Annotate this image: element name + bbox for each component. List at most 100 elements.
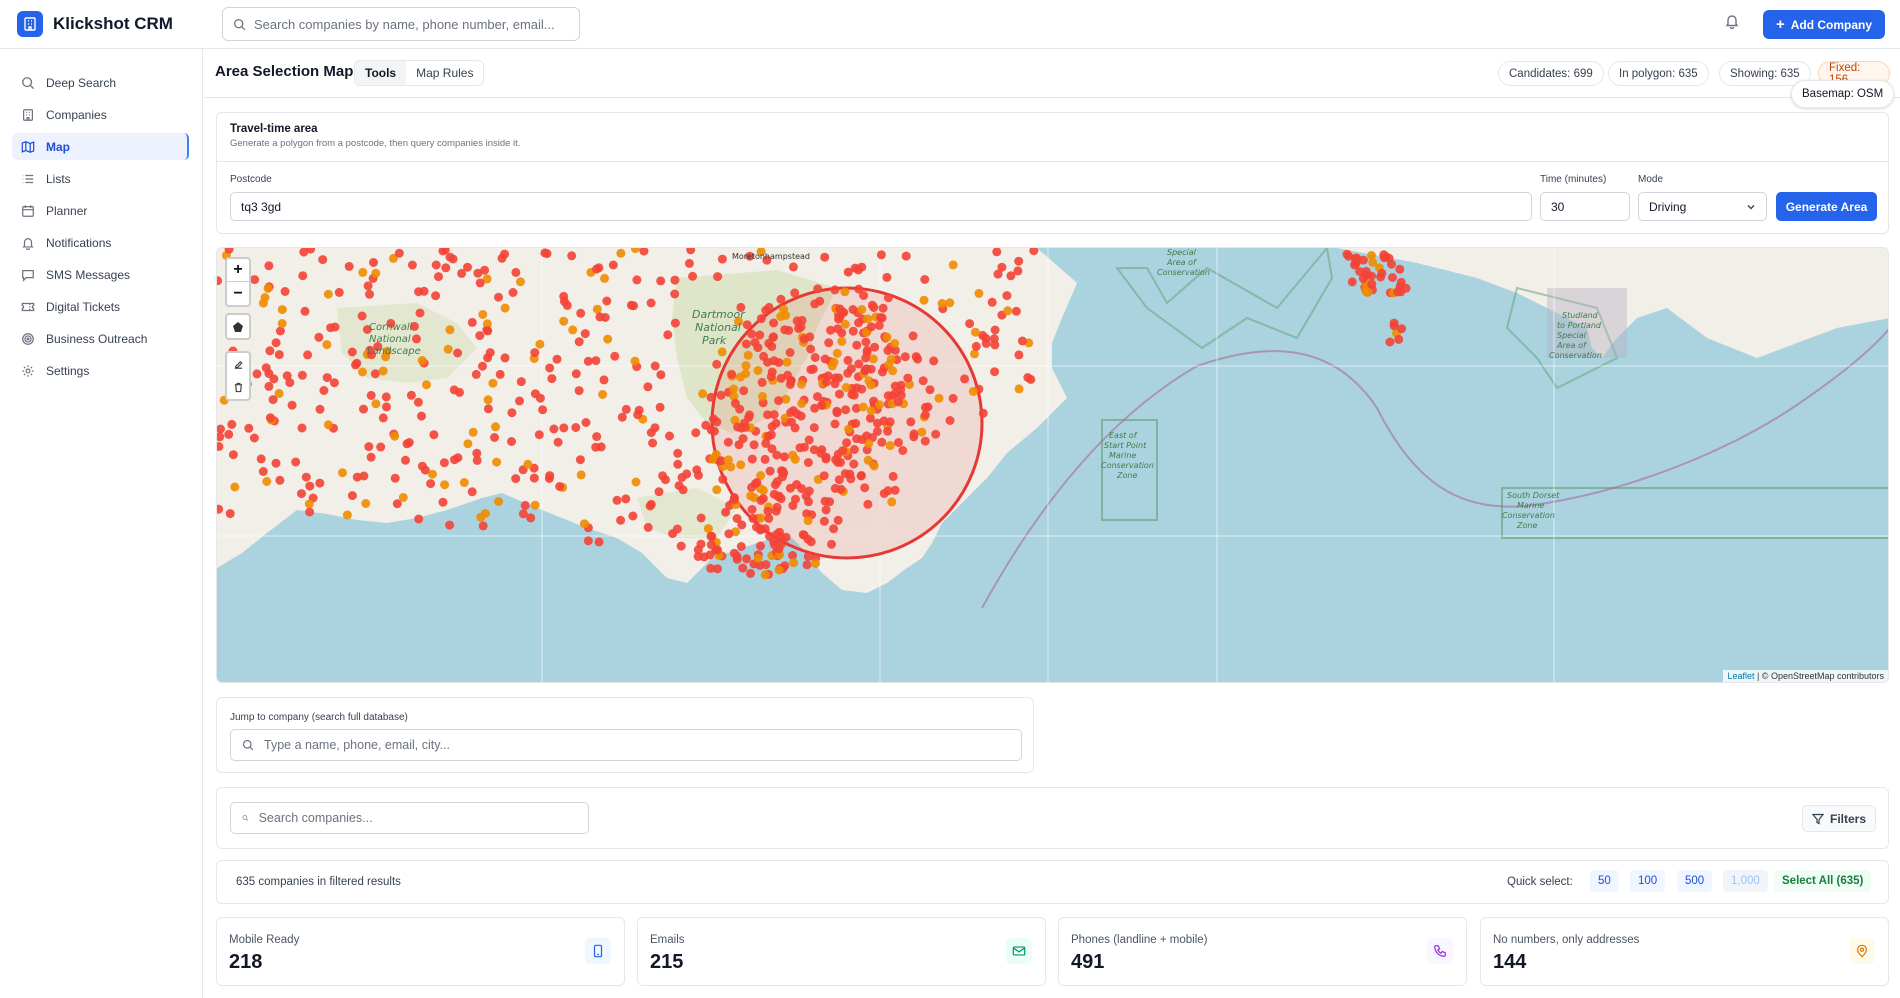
company-marker[interactable]	[655, 402, 665, 412]
company-marker[interactable]	[890, 389, 900, 398]
company-marker[interactable]	[1388, 273, 1397, 282]
company-marker[interactable]	[827, 539, 836, 549]
company-marker[interactable]	[507, 437, 516, 446]
company-marker[interactable]	[602, 296, 612, 306]
sidebar-item-digital-tickets[interactable]: Digital Tickets	[12, 293, 189, 320]
sidebar-item-notifications[interactable]: Notifications	[12, 229, 189, 256]
company-marker[interactable]	[806, 344, 816, 354]
company-marker[interactable]	[323, 289, 333, 299]
company-marker[interactable]	[863, 499, 873, 509]
company-marker[interactable]	[323, 420, 333, 430]
company-marker[interactable]	[821, 505, 831, 515]
company-marker[interactable]	[264, 381, 274, 391]
company-marker[interactable]	[271, 458, 281, 468]
company-marker[interactable]	[701, 420, 711, 430]
company-marker[interactable]	[736, 542, 746, 551]
company-marker[interactable]	[882, 272, 892, 282]
company-marker[interactable]	[275, 475, 285, 485]
company-marker[interactable]	[856, 471, 866, 480]
company-marker[interactable]	[747, 329, 757, 339]
company-marker[interactable]	[668, 529, 678, 539]
company-marker[interactable]	[699, 552, 709, 562]
company-marker[interactable]	[799, 334, 809, 344]
company-marker[interactable]	[439, 458, 449, 468]
company-marker[interactable]	[774, 544, 784, 554]
company-marker[interactable]	[260, 293, 270, 302]
company-marker[interactable]	[948, 393, 958, 403]
company-marker[interactable]	[836, 457, 845, 467]
company-marker[interactable]	[366, 390, 376, 400]
basemap-toggle[interactable]: Basemap: OSM	[1791, 80, 1895, 108]
company-marker[interactable]	[434, 272, 443, 282]
company-marker[interactable]	[571, 369, 581, 379]
company-marker[interactable]	[772, 450, 782, 460]
sidebar-item-planner[interactable]: Planner	[12, 197, 189, 224]
quick-select-500[interactable]: 500	[1677, 870, 1713, 892]
company-marker[interactable]	[478, 361, 487, 371]
company-marker[interactable]	[785, 348, 795, 357]
company-marker[interactable]	[663, 330, 673, 340]
company-marker[interactable]	[420, 465, 430, 475]
company-marker[interactable]	[684, 258, 694, 268]
company-marker[interactable]	[592, 432, 602, 442]
company-marker[interactable]	[840, 287, 850, 297]
company-marker[interactable]	[297, 489, 306, 499]
company-marker[interactable]	[849, 390, 859, 400]
company-marker[interactable]	[291, 457, 301, 467]
generate-area-button[interactable]: Generate Area	[1776, 192, 1877, 221]
company-marker[interactable]	[990, 325, 1000, 335]
company-marker[interactable]	[571, 423, 581, 432]
company-marker[interactable]	[776, 312, 786, 321]
company-marker[interactable]	[708, 454, 718, 464]
company-marker[interactable]	[287, 400, 297, 410]
company-marker[interactable]	[549, 424, 559, 434]
company-marker[interactable]	[511, 267, 521, 277]
company-marker[interactable]	[819, 471, 829, 481]
company-marker[interactable]	[600, 273, 609, 283]
company-marker[interactable]	[530, 500, 540, 510]
sidebar-item-sms-messages[interactable]: SMS Messages	[12, 261, 189, 288]
company-marker[interactable]	[843, 355, 853, 365]
company-marker[interactable]	[250, 275, 260, 285]
company-marker[interactable]	[890, 485, 900, 495]
company-marker[interactable]	[770, 480, 780, 490]
company-marker[interactable]	[318, 255, 328, 265]
company-marker[interactable]	[282, 371, 292, 381]
company-marker[interactable]	[394, 248, 404, 258]
company-marker[interactable]	[449, 385, 459, 395]
company-marker[interactable]	[820, 354, 830, 364]
zoom-in-button[interactable]: +	[227, 259, 249, 282]
company-marker[interactable]	[974, 288, 984, 298]
company-marker[interactable]	[774, 565, 784, 575]
company-marker[interactable]	[483, 326, 493, 336]
company-marker[interactable]	[1384, 253, 1394, 263]
company-marker[interactable]	[920, 436, 930, 446]
company-marker[interactable]	[723, 437, 733, 447]
company-marker[interactable]	[764, 302, 774, 312]
company-marker[interactable]	[970, 349, 979, 359]
company-marker[interactable]	[734, 440, 744, 450]
company-marker[interactable]	[693, 545, 703, 555]
company-marker[interactable]	[298, 271, 308, 281]
company-marker[interactable]	[888, 471, 898, 481]
company-marker[interactable]	[643, 382, 653, 392]
company-marker[interactable]	[798, 530, 808, 540]
company-marker[interactable]	[682, 469, 692, 479]
company-marker[interactable]	[755, 330, 765, 340]
company-marker[interactable]	[359, 404, 368, 414]
company-marker[interactable]	[1014, 256, 1024, 266]
company-marker[interactable]	[776, 294, 786, 304]
company-marker[interactable]	[516, 377, 526, 387]
company-marker[interactable]	[917, 427, 927, 437]
company-marker[interactable]	[863, 314, 873, 324]
company-marker[interactable]	[797, 379, 806, 389]
global-search[interactable]	[222, 7, 580, 41]
company-marker[interactable]	[244, 423, 254, 433]
company-marker[interactable]	[750, 479, 760, 489]
company-marker[interactable]	[832, 408, 842, 418]
company-marker[interactable]	[848, 326, 858, 336]
company-marker[interactable]	[471, 369, 481, 379]
company-marker[interactable]	[297, 423, 307, 433]
company-marker[interactable]	[390, 473, 400, 483]
company-marker[interactable]	[230, 482, 240, 492]
